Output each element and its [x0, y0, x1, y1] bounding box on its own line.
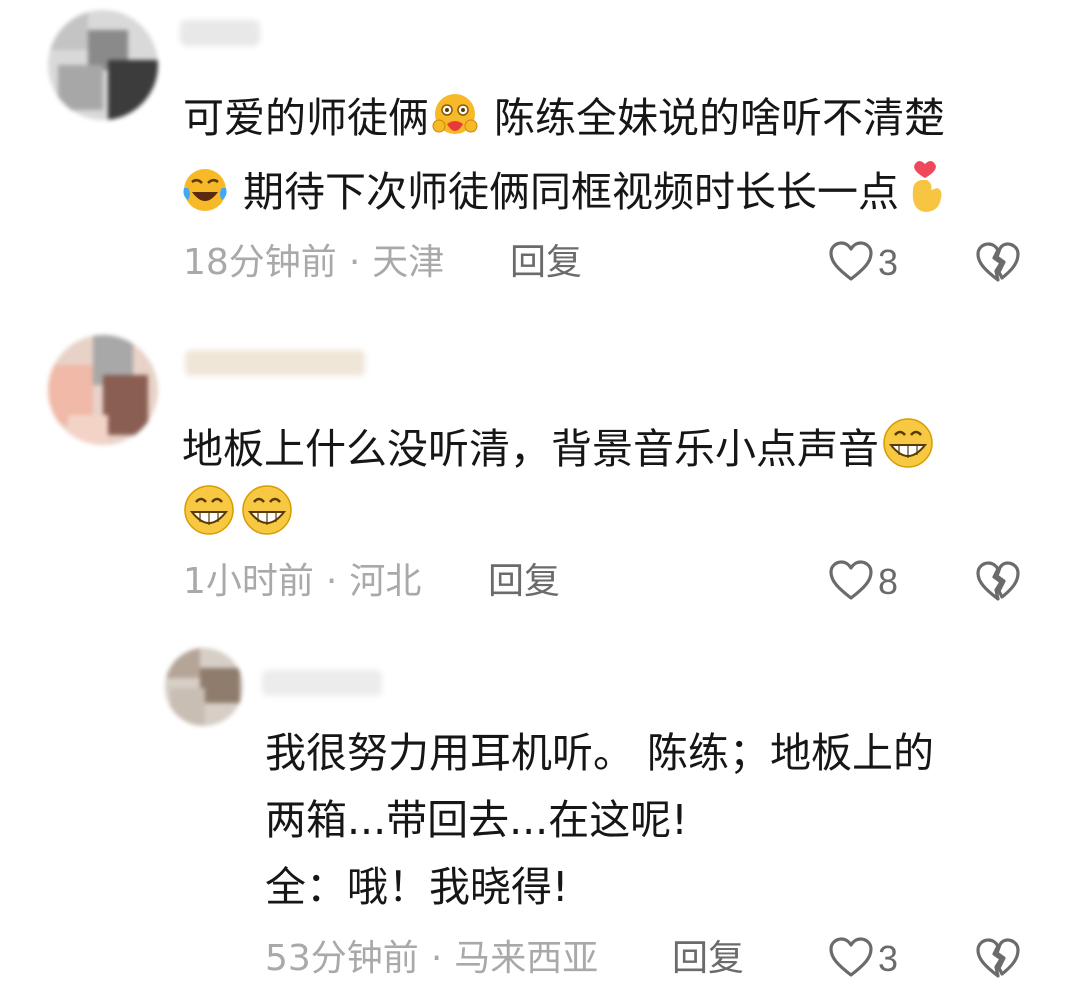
- comment-meta: 18分钟前 · 天津: [183, 242, 445, 283]
- broken-heart-icon: [975, 561, 1021, 606]
- comment-item: 可爱的师徒俩 陈练全妹说的啥听不清楚 期待下次师徒俩同框视频时长长一点 18分钟…: [0, 0, 1080, 320]
- dislike-button[interactable]: [975, 241, 1021, 287]
- heart-outline-icon: [828, 936, 874, 982]
- like-button[interactable]: 3: [828, 240, 898, 286]
- reply-meta: 53分钟前 · 马来西亚: [265, 938, 599, 979]
- username[interactable]: [262, 670, 382, 696]
- comment-meta: 1小时前 · 河北: [183, 561, 422, 602]
- reply-text-line: 全：哦！我晓得!: [265, 863, 569, 911]
- avatar[interactable]: [48, 335, 158, 445]
- avatar[interactable]: [48, 10, 158, 120]
- laughing-tears-face-icon: [180, 166, 230, 225]
- broken-heart-icon: [975, 242, 1021, 287]
- broken-heart-icon: [975, 938, 1021, 983]
- reply-text-line: 我很努力用耳机听。 陈练；地板上的: [265, 729, 935, 777]
- reply-button[interactable]: 回复: [488, 560, 560, 604]
- comment-text-line: [180, 482, 296, 549]
- reply-text-line: 两箱...带回去...在这呢!: [265, 796, 688, 844]
- grinning-face-icon: [238, 482, 296, 549]
- comment-location: 马来西亚: [454, 938, 599, 979]
- username[interactable]: [180, 20, 260, 46]
- comment-text-line: 可爱的师徒俩 陈练全妹说的啥听不清楚: [183, 92, 945, 151]
- comment-text-line: 地板上什么没听清，背景音乐小点声音: [182, 415, 937, 482]
- grinning-face-icon: [180, 482, 238, 549]
- dislike-button[interactable]: [975, 560, 1021, 606]
- like-count: 3: [878, 242, 899, 283]
- reply-button[interactable]: 回复: [510, 241, 582, 285]
- comment-time: 18分钟前: [183, 242, 337, 283]
- comment-text-line: 期待下次师徒俩同框视频时长长一点: [180, 160, 945, 225]
- dislike-button[interactable]: [975, 937, 1021, 983]
- reply-item: 我很努力用耳机听。 陈练；地板上的 两箱...带回去...在这呢! 全：哦！我晓…: [0, 630, 1080, 1002]
- comment-item: 地板上什么没听清，背景音乐小点声音 1小时前 · 河北 回复 8: [0, 320, 1080, 620]
- reply-button[interactable]: 回复: [672, 937, 744, 981]
- like-button[interactable]: 3: [828, 936, 898, 982]
- like-button[interactable]: 8: [828, 559, 898, 605]
- username[interactable]: [185, 350, 365, 376]
- comment-location: 河北: [349, 561, 422, 602]
- finger-heart-icon: [905, 160, 945, 225]
- smiling-hug-face-icon: [429, 92, 481, 151]
- comment-location: 天津: [372, 242, 445, 283]
- comment-time: 1小时前: [183, 561, 314, 602]
- comment-time: 53分钟前: [265, 938, 419, 979]
- like-count: 8: [878, 561, 899, 602]
- like-count: 3: [878, 938, 899, 979]
- avatar[interactable]: [165, 648, 243, 726]
- heart-outline-icon: [828, 240, 874, 286]
- grinning-face-icon: [879, 415, 937, 482]
- heart-outline-icon: [828, 559, 874, 605]
